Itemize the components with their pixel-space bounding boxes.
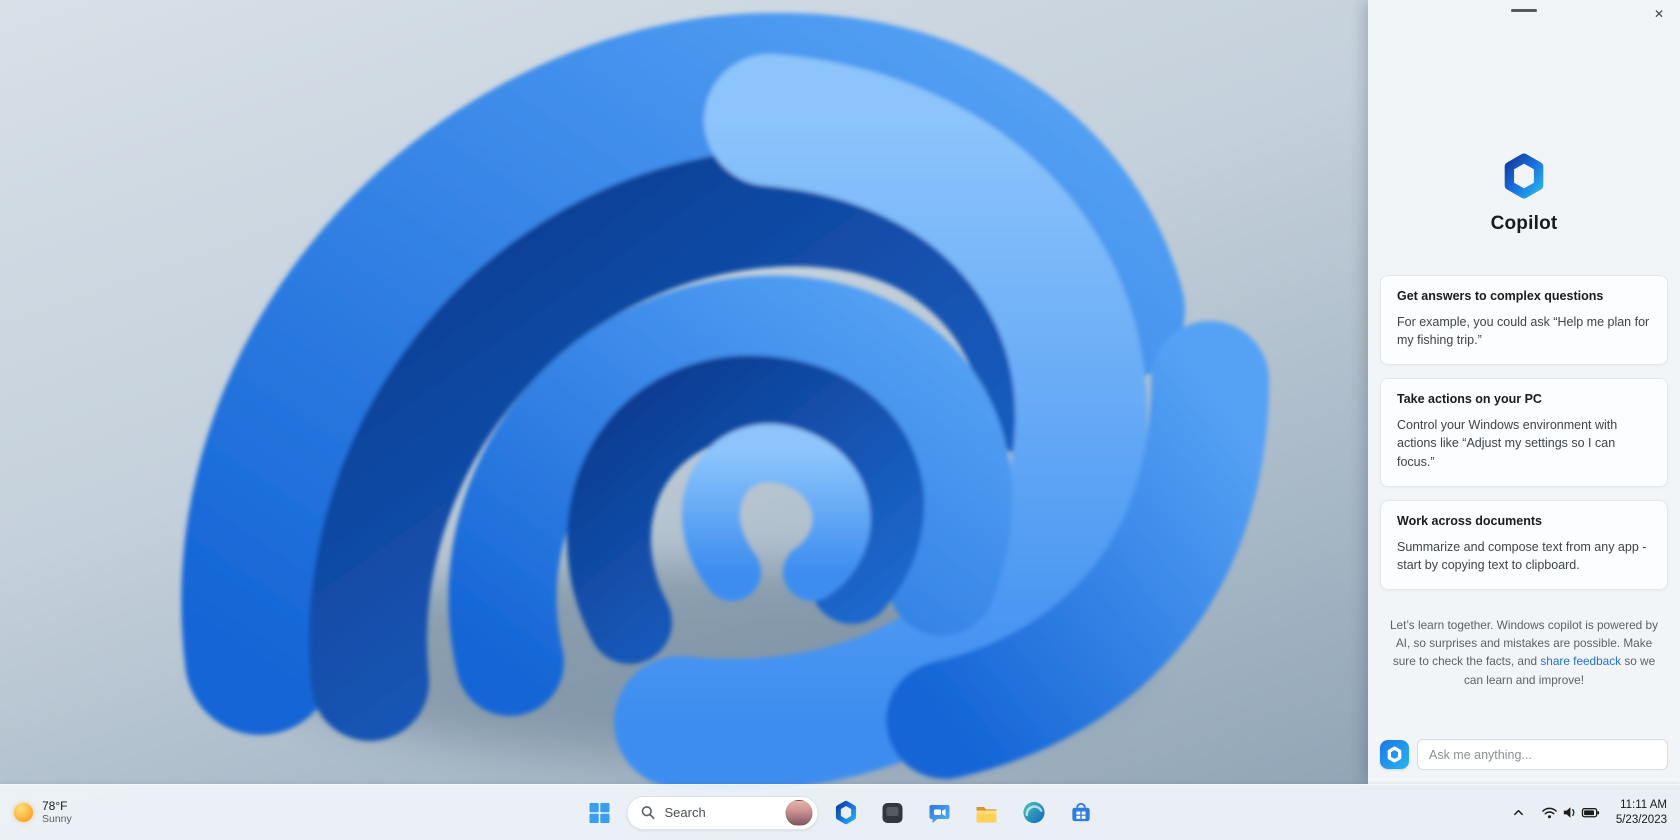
taskbar-edge-button[interactable]: [1014, 793, 1054, 833]
card-title: Take actions on your PC: [1397, 392, 1542, 407]
card-take-actions[interactable]: Take actions on your PC Control your Win…: [1380, 378, 1668, 487]
card-title: Get answers to complex questions: [1397, 289, 1604, 303]
close-icon[interactable]: ✕: [1646, 3, 1672, 25]
copilot-titlebar: ✕: [1368, 0, 1680, 26]
ask-me-anything-input[interactable]: [1417, 739, 1668, 770]
page-title: Copilot: [1490, 213, 1558, 234]
widgets-weather-button[interactable]: 78°F Sunny: [2, 789, 84, 836]
suggestion-cards: Get answers to complex questions For exa…: [1380, 275, 1668, 590]
weather-temperature: 78°F: [42, 799, 68, 813]
clock-date: 5/23/2023: [1615, 813, 1667, 826]
search-daily-image-icon[interactable]: [785, 799, 813, 826]
start-button[interactable]: [580, 793, 620, 833]
search-label: Search: [664, 805, 706, 820]
quick-settings-button[interactable]: [1534, 793, 1607, 833]
taskbar-task-view-button[interactable]: [873, 793, 913, 833]
chat-input-row: [1368, 739, 1680, 784]
search-icon: [641, 806, 655, 820]
volume-icon: [1563, 807, 1575, 818]
copilot-icon: [835, 800, 856, 825]
wifi-icon: [1542, 807, 1557, 819]
ai-disclaimer: Let’s learn together. Windows copilot is…: [1388, 616, 1660, 689]
taskbar-store-button[interactable]: [1061, 793, 1101, 833]
taskbar-copilot-button[interactable]: [826, 793, 866, 833]
minimize-handle-icon[interactable]: [1511, 9, 1537, 12]
card-body: Summarize and compose text from any app …: [1397, 539, 1647, 572]
weather-condition: Sunny: [42, 813, 72, 826]
sun-icon: [14, 803, 33, 822]
clock-time: 11:11 AM: [1620, 798, 1667, 811]
battery-icon: [1581, 808, 1599, 818]
search-box[interactable]: Search: [626, 795, 819, 830]
edge-browser-icon: [1022, 801, 1045, 824]
card-title: Work across documents: [1397, 513, 1542, 528]
microsoft-store-icon: [1071, 802, 1090, 822]
card-work-across-documents[interactable]: Work across documents Summarize and comp…: [1380, 499, 1668, 590]
copilot-logo-icon: [1504, 153, 1544, 199]
chat-icon: [929, 804, 950, 823]
copilot-panel: ✕ Copilot Get answers to complex questio…: [1368, 0, 1680, 784]
folder-icon: [976, 806, 997, 822]
taskbar: 78°F Sunny Search 11:11 AM 5/23/2023: [0, 784, 1680, 840]
card-body: For example, you could ask “Help me plan…: [1397, 315, 1650, 348]
share-feedback-link[interactable]: share feedback: [1540, 654, 1621, 668]
taskbar-file-explorer-button[interactable]: [967, 793, 1007, 833]
taskbar-chat-button[interactable]: [920, 793, 960, 833]
taskbar-center: Search: [580, 785, 1101, 840]
chevron-up-icon: [1513, 809, 1523, 816]
copilot-chat-icon[interactable]: [1380, 740, 1409, 769]
clock-and-date[interactable]: 11:11 AM 5/23/2023: [1609, 793, 1674, 833]
task-view-icon: [882, 802, 903, 823]
windows-logo-icon: [589, 802, 610, 823]
card-complex-questions[interactable]: Get answers to complex questions For exa…: [1380, 275, 1668, 366]
hidden-icons-button[interactable]: [1505, 793, 1532, 833]
system-tray: 11:11 AM 5/23/2023: [1505, 785, 1674, 840]
card-body: Control your Windows environment with ac…: [1397, 418, 1618, 469]
copilot-hero: Copilot: [1368, 152, 1680, 235]
